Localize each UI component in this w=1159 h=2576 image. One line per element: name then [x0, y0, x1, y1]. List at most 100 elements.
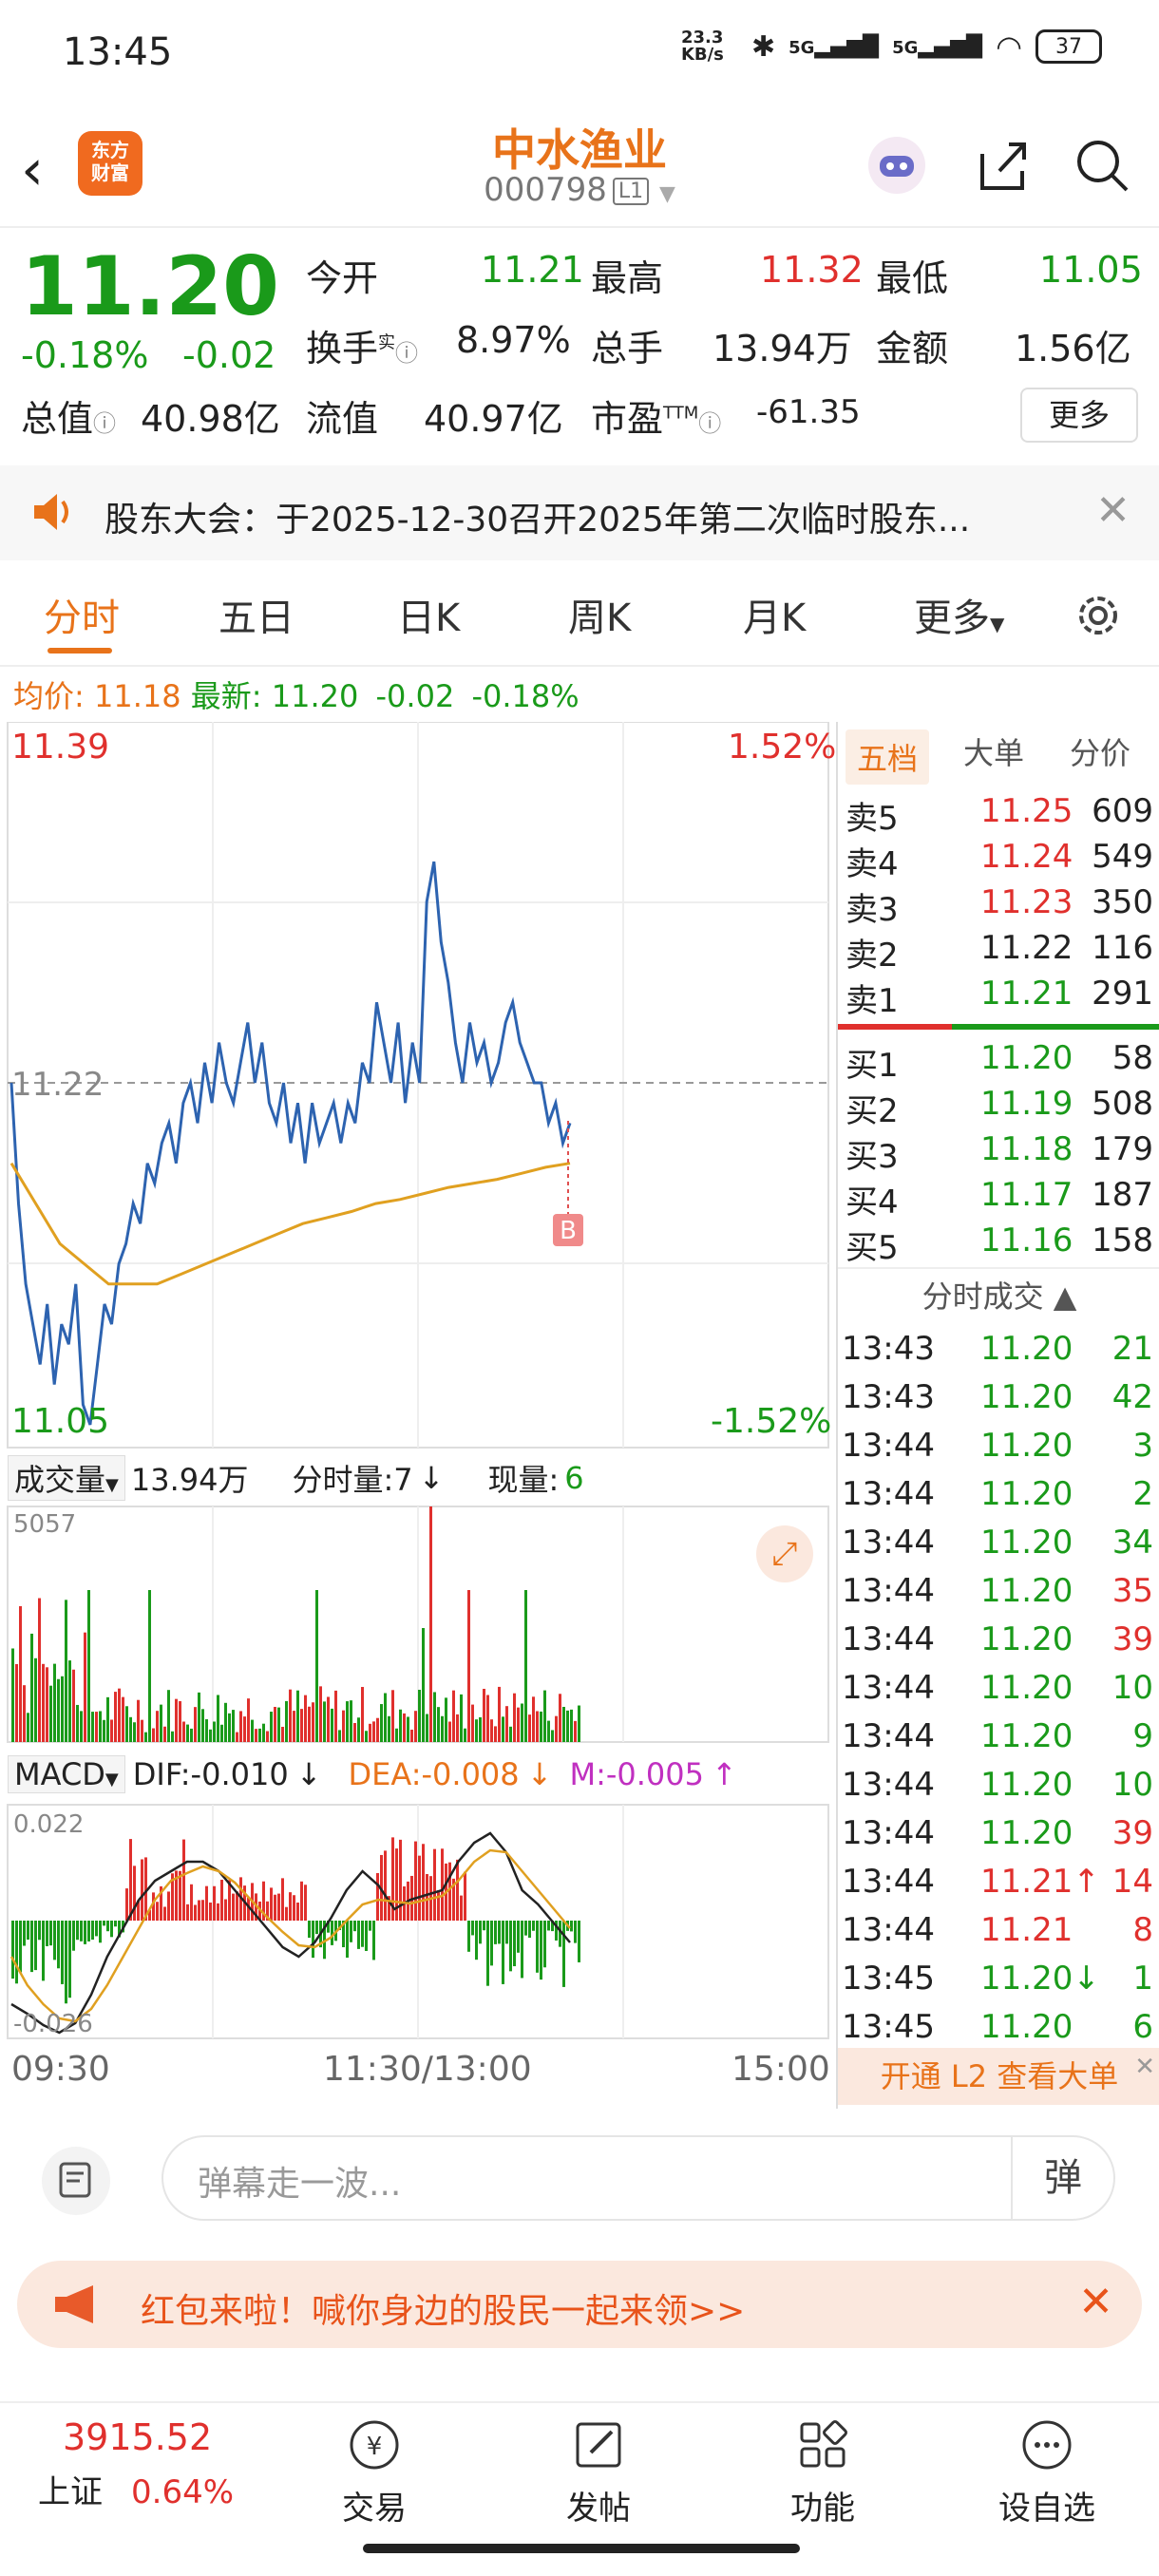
- trades-title[interactable]: 分时成交 ▲: [838, 1273, 1159, 1316]
- volume-bar: [334, 1690, 337, 1742]
- macd-bar: [524, 1921, 527, 1936]
- expand-icon[interactable]: ⤢: [756, 1525, 813, 1582]
- level-price: 11.24: [980, 838, 1074, 876]
- macd-bar: [422, 1844, 425, 1921]
- volume-bar: [243, 1716, 246, 1742]
- macd-bar: [464, 1871, 466, 1921]
- volume-bar: [110, 1719, 113, 1742]
- volume-bar: [422, 1628, 425, 1742]
- volume-bar: [452, 1690, 455, 1742]
- volume-bar: [213, 1721, 216, 1742]
- macd-bar: [270, 1887, 273, 1921]
- volume-bar: [38, 1598, 41, 1742]
- macd-bar: [53, 1921, 56, 1960]
- chart-top-pct: 1.52%: [728, 728, 837, 767]
- tab-weekly-k[interactable]: 周K: [568, 587, 631, 642]
- red-packet-banner[interactable]: 红包来啦！喊你身边的股民一起来领>> ✕: [17, 2261, 1142, 2348]
- macd-indicator-select[interactable]: MACD▼: [8, 1755, 125, 1793]
- sell-level-row[interactable]: 卖2 11.22 116: [838, 929, 1159, 975]
- macd-bar: [293, 1895, 295, 1921]
- sell-level-row[interactable]: 卖5 11.25 609: [838, 792, 1159, 838]
- volume-bar: [106, 1696, 109, 1742]
- danmu-bar: 弹幕走一波... 弹: [0, 2118, 1159, 2242]
- buy-level-row[interactable]: 买4 11.17 187: [838, 1176, 1159, 1222]
- volume-indicator-select[interactable]: 成交量▼: [8, 1455, 125, 1501]
- sell-level-row[interactable]: 卖3 11.23 350: [838, 883, 1159, 929]
- volume-bar: [247, 1698, 250, 1742]
- nav-trade[interactable]: ¥ 交易: [308, 2416, 441, 2529]
- sell-level-row[interactable]: 卖4 11.24 549: [838, 838, 1159, 883]
- danmu-input[interactable]: 弹幕走一波...: [198, 2156, 401, 2206]
- macd-bar: [304, 1885, 307, 1921]
- nav-add-watchlist[interactable]: 设自选: [980, 2416, 1113, 2529]
- tab-five-day[interactable]: 五日: [218, 587, 294, 642]
- mktcap-value: 40.98亿: [141, 398, 280, 440]
- macd-bar: [486, 1921, 489, 1986]
- macd-bar: [502, 1921, 504, 1984]
- nav-functions[interactable]: 功能: [756, 2416, 889, 2529]
- battery-icon: 37: [1036, 29, 1102, 64]
- volume-bar: [570, 1709, 573, 1742]
- volume-bar: [555, 1715, 558, 1742]
- volume-bar: [391, 1690, 394, 1742]
- volume-bar: [179, 1700, 181, 1742]
- close-icon[interactable]: ✕: [1078, 2278, 1113, 2326]
- tab-price-distribution[interactable]: 分价: [1070, 729, 1130, 773]
- nav-post[interactable]: 发帖: [532, 2416, 665, 2529]
- macd-bar: [315, 1921, 318, 1935]
- trade-row: 13:44 11.21 8: [842, 1911, 1153, 1949]
- intraday-chart[interactable]: B 11.39 1.52% 11.22 11.05 -1.52% 成交量▼ 13…: [0, 722, 836, 2109]
- red-packet-text: 红包来啦！喊你身边的股民一起来领>>: [141, 2292, 746, 2331]
- speaker-icon: [28, 488, 78, 540]
- buy-level-row[interactable]: 买3 11.18 179: [838, 1130, 1159, 1176]
- macd-bar: [479, 1921, 482, 1944]
- danmu-toggle-button[interactable]: 弹: [1011, 2135, 1113, 2221]
- macd-bar: [456, 1859, 459, 1921]
- buy-level-row[interactable]: 买1 11.20 58: [838, 1039, 1159, 1085]
- tab-monthly-k[interactable]: 月K: [743, 587, 806, 642]
- edit-icon: [576, 2422, 621, 2468]
- macd-bar: [133, 1866, 136, 1921]
- level-price: 11.18: [980, 1130, 1074, 1168]
- volume-bar: [521, 1703, 523, 1742]
- tab-daily-k[interactable]: 日K: [397, 587, 460, 642]
- macd-bar: [217, 1903, 219, 1921]
- macd-bar: [509, 1921, 512, 1972]
- tab-intraday[interactable]: 分时: [44, 587, 120, 642]
- search-icon[interactable]: [1072, 135, 1132, 196]
- volume-bar: [562, 1706, 565, 1742]
- macd-bottom: -0.026: [13, 2010, 93, 2038]
- tab-more[interactable]: 更多▼: [914, 587, 1004, 642]
- pe-label: 市盈TTMⓘ: [591, 398, 722, 440]
- share-icon[interactable]: [973, 135, 1034, 196]
- volume-bar: [346, 1701, 349, 1742]
- volume-bar: [433, 1692, 436, 1742]
- settings-gear-icon[interactable]: [1072, 589, 1125, 646]
- home-indicator[interactable]: [363, 2544, 800, 2553]
- close-icon[interactable]: ✕: [1095, 486, 1130, 535]
- volume-bar: [464, 1728, 466, 1742]
- robot-avatar-icon[interactable]: [866, 135, 927, 196]
- volume-bars: [11, 1506, 580, 1742]
- more-button[interactable]: 更多: [1020, 388, 1138, 443]
- tab-large-orders[interactable]: 大单: [963, 729, 1024, 773]
- volume-bar: [357, 1717, 360, 1742]
- buy-level-row[interactable]: 买5 11.16 158: [838, 1222, 1159, 1267]
- macd-bar: [232, 1893, 235, 1921]
- sell-level-row[interactable]: 卖1 11.21 291: [838, 975, 1159, 1020]
- volume-bar: [293, 1711, 295, 1742]
- notice-bar[interactable]: 股东大会：于2025-12-30召开2025年第二次临时股东... ✕: [0, 465, 1159, 560]
- volume-bar: [65, 1600, 67, 1742]
- buy-level-row[interactable]: 买2 11.19 508: [838, 1085, 1159, 1130]
- l2-banner[interactable]: 开通 L2 查看大单 ✕: [838, 2048, 1159, 2105]
- volume-bar: [209, 1729, 212, 1742]
- macd-bar: [574, 1921, 577, 1943]
- volume-bar: [509, 1726, 512, 1742]
- volume-bar: [57, 1678, 60, 1742]
- volume-bar: [578, 1705, 580, 1742]
- danmu-list-icon[interactable]: [42, 2147, 110, 2215]
- price-line: [10, 861, 572, 1426]
- volume-bar: [232, 1710, 235, 1742]
- tab-five-levels[interactable]: 五档: [846, 729, 930, 785]
- index-ticker[interactable]: 3915.52 上证 0.64%: [38, 2416, 266, 2512]
